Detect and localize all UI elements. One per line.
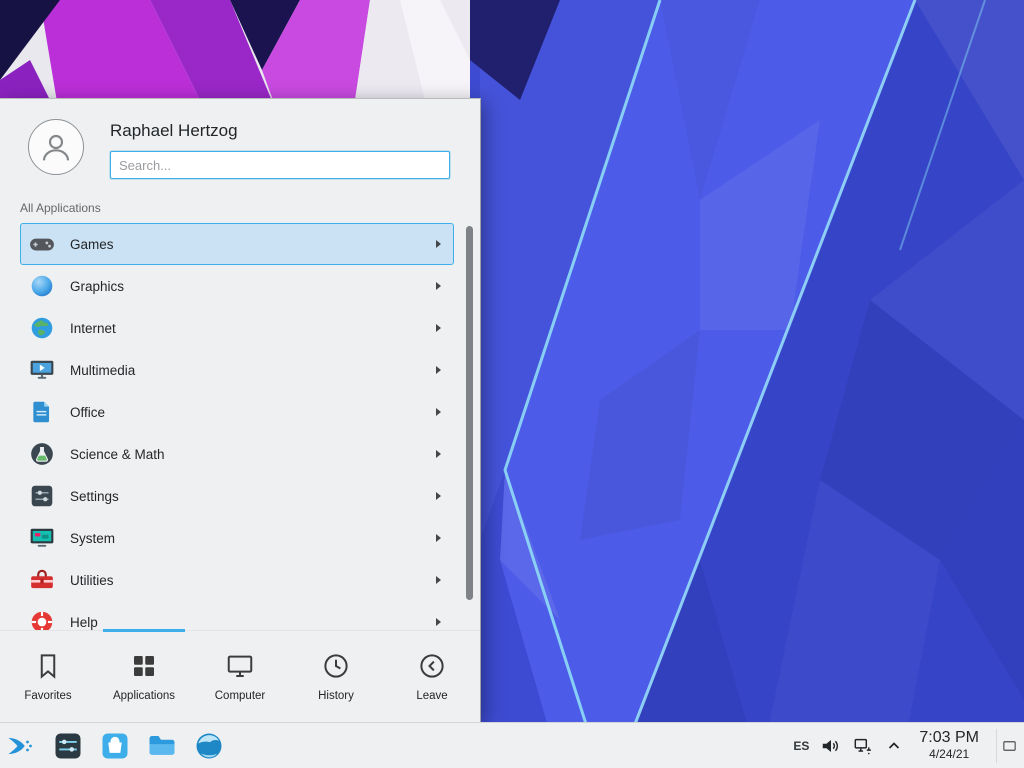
user-name: Raphael Hertzog bbox=[110, 121, 460, 141]
avatar[interactable] bbox=[28, 119, 84, 175]
tab-history[interactable]: History bbox=[288, 631, 384, 722]
section-label: All Applications bbox=[0, 187, 480, 223]
tab-computer[interactable]: Computer bbox=[192, 631, 288, 722]
show-desktop-button[interactable] bbox=[996, 729, 1018, 763]
category-system[interactable]: System bbox=[20, 517, 454, 559]
app-launcher-icon[interactable] bbox=[4, 729, 38, 763]
computer-icon bbox=[225, 651, 255, 681]
discover-icon[interactable] bbox=[98, 729, 132, 763]
file-manager-icon[interactable] bbox=[145, 729, 179, 763]
chevron-right-icon bbox=[433, 575, 443, 585]
science-icon bbox=[29, 441, 55, 467]
category-office[interactable]: Office bbox=[20, 391, 454, 433]
chevron-right-icon bbox=[433, 533, 443, 543]
tab-favorites[interactable]: Favorites bbox=[0, 631, 96, 722]
chevron-right-icon bbox=[433, 323, 443, 333]
taskbar-left bbox=[4, 729, 226, 763]
history-icon bbox=[321, 651, 351, 681]
leave-icon bbox=[417, 651, 447, 681]
chevron-right-icon bbox=[433, 491, 443, 501]
category-utilities[interactable]: Utilities bbox=[20, 559, 454, 601]
category-internet[interactable]: Internet bbox=[20, 307, 454, 349]
help-icon bbox=[29, 609, 55, 630]
office-icon bbox=[29, 399, 55, 425]
search-input[interactable] bbox=[110, 151, 450, 179]
web-browser-icon[interactable] bbox=[192, 729, 226, 763]
tab-applications[interactable]: Applications bbox=[96, 631, 192, 722]
internet-icon bbox=[29, 315, 55, 341]
applications-icon bbox=[129, 651, 159, 681]
keyboard-layout-indicator[interactable]: ES bbox=[793, 739, 809, 753]
clock-date: 4/24/21 bbox=[919, 748, 979, 762]
category-science-math[interactable]: Science & Math bbox=[20, 433, 454, 475]
chevron-right-icon bbox=[433, 365, 443, 375]
chevron-right-icon bbox=[433, 239, 443, 249]
category-graphics[interactable]: Graphics bbox=[20, 265, 454, 307]
active-tab-indicator bbox=[103, 629, 185, 632]
favorites-icon bbox=[33, 651, 63, 681]
digital-clock[interactable]: 7:03 PM 4/24/21 bbox=[913, 729, 985, 761]
tab-leave[interactable]: Leave bbox=[384, 631, 480, 722]
chevron-right-icon bbox=[433, 407, 443, 417]
system-tray: ES 7:03 PM 4/24/21 bbox=[793, 729, 1020, 763]
clock-time: 7:03 PM bbox=[919, 729, 979, 747]
header-right: Raphael Hertzog bbox=[110, 119, 460, 187]
category-help[interactable]: Help bbox=[20, 601, 454, 630]
category-games[interactable]: Games bbox=[20, 223, 454, 265]
desktop: Raphael Hertzog All Applications Games G… bbox=[0, 0, 1024, 768]
volume-icon[interactable] bbox=[820, 735, 842, 757]
category-settings[interactable]: Settings bbox=[20, 475, 454, 517]
application-launcher: Raphael Hertzog All Applications Games G… bbox=[0, 98, 481, 722]
games-icon bbox=[29, 231, 55, 257]
system-icon bbox=[29, 525, 55, 551]
chevron-right-icon bbox=[433, 617, 443, 627]
app-category-list: Games Graphics Internet bbox=[0, 223, 480, 630]
category-multimedia[interactable]: Multimedia bbox=[20, 349, 454, 391]
multimedia-icon bbox=[29, 357, 55, 383]
network-icon[interactable] bbox=[853, 735, 875, 757]
graphics-icon bbox=[29, 273, 55, 299]
utilities-icon bbox=[29, 567, 55, 593]
chevron-right-icon bbox=[433, 449, 443, 459]
launcher-tab-bar: Favorites Applications Computer Histor bbox=[0, 630, 480, 722]
launcher-header: Raphael Hertzog bbox=[0, 99, 480, 187]
taskbar: ES 7:03 PM 4/24/21 bbox=[0, 722, 1024, 768]
scrollbar[interactable] bbox=[466, 226, 473, 600]
chevron-right-icon bbox=[433, 281, 443, 291]
settings-icon bbox=[29, 483, 55, 509]
terminal-icon[interactable] bbox=[51, 729, 85, 763]
expand-tray-icon[interactable] bbox=[886, 738, 902, 754]
